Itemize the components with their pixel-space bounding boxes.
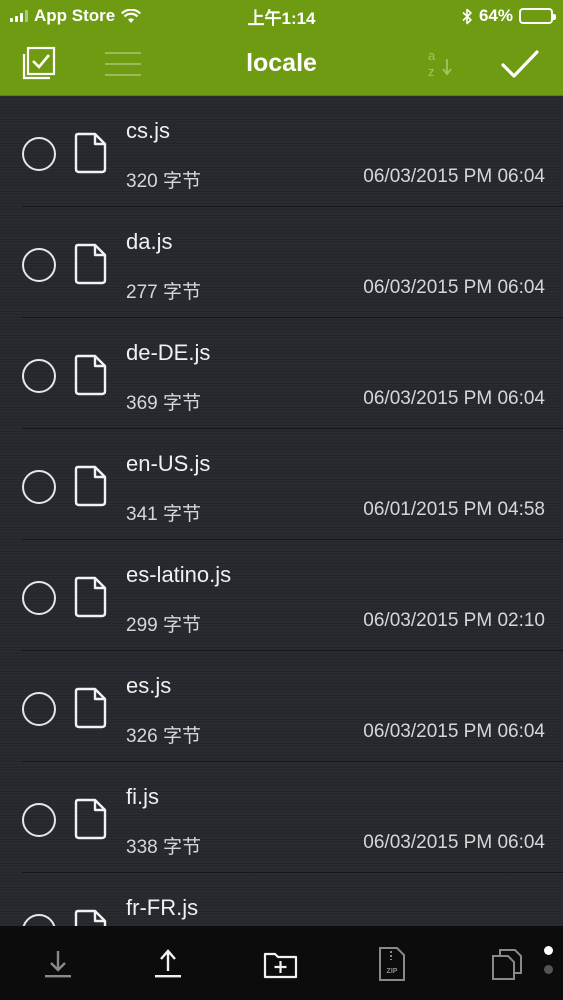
file-name: da.js	[126, 229, 173, 254]
file-date: 06/03/2015 PM 06:04	[363, 277, 545, 298]
select-radio[interactable]	[22, 137, 56, 171]
file-icon	[74, 243, 107, 285]
select-radio[interactable]	[22, 581, 56, 615]
new-folder-button[interactable]	[259, 942, 303, 986]
select-radio[interactable]	[22, 692, 56, 726]
battery-percent: 64%	[478, 6, 513, 25]
file-name: es.js	[126, 673, 172, 698]
bluetooth-icon	[462, 8, 472, 24]
list-item[interactable]: fi.js 338 字节 06/03/2015 PM 06:04	[22, 762, 563, 873]
file-date: 06/03/2015 PM 06:04	[363, 721, 545, 742]
done-button[interactable]	[498, 42, 542, 86]
list-item[interactable]: de-DE.js 369 字节 06/03/2015 PM 06:04	[22, 318, 563, 429]
file-size: 369 字节	[126, 393, 201, 414]
upload-icon	[155, 949, 181, 978]
sort-az-icon: a z	[428, 48, 452, 79]
download-icon	[45, 951, 71, 978]
page-dot	[544, 965, 553, 974]
wifi-icon	[121, 8, 142, 23]
select-radio[interactable]	[22, 803, 56, 837]
zip-icon: ZIP	[379, 947, 405, 981]
file-name: en-US.js	[126, 451, 211, 476]
page-dot	[544, 946, 553, 955]
file-size: 277 字节	[126, 282, 201, 303]
copy-button[interactable]	[485, 942, 529, 986]
sort-button[interactable]: a z	[418, 42, 462, 86]
page-title: locale	[246, 49, 317, 77]
file-icon	[74, 909, 107, 926]
file-date: 06/03/2015 PM 06:04	[363, 388, 545, 409]
status-time: 上午1:14	[247, 8, 316, 28]
nav-bar: locale a z	[0, 32, 563, 96]
file-size: 299 字节	[126, 615, 201, 636]
file-size: 338 字节	[126, 837, 201, 858]
list-menu-icon	[105, 52, 141, 76]
list-item[interactable]: cs.js 320 字节 06/03/2015 PM 06:04	[22, 96, 563, 207]
select-all-button[interactable]	[18, 42, 62, 86]
checkmark-icon	[501, 50, 539, 78]
file-date: 06/03/2015 PM 06:04	[363, 832, 545, 853]
file-size: 326 字节	[126, 726, 201, 747]
list-item[interactable]: en-US.js 341 字节 06/01/2015 PM 04:58	[22, 429, 563, 540]
new-folder-icon	[263, 952, 298, 979]
status-bar: App Store 上午1:14 64%	[0, 0, 563, 32]
file-icon	[74, 465, 107, 507]
select-radio[interactable]	[22, 359, 56, 393]
list-item[interactable]: da.js 277 字节 06/03/2015 PM 06:04	[22, 207, 563, 318]
file-icon	[74, 132, 107, 174]
file-date: 06/03/2015 PM 02:10	[363, 610, 545, 631]
select-all-icon	[22, 46, 56, 80]
download-button[interactable]	[36, 942, 80, 986]
list-menu-button[interactable]	[103, 42, 143, 86]
select-radio[interactable]	[22, 470, 56, 504]
bottom-toolbar: ZIP	[0, 926, 563, 1000]
file-name: cs.js	[126, 118, 170, 143]
svg-text:a: a	[428, 48, 436, 63]
file-list[interactable]: cs.js 320 字节 06/03/2015 PM 06:04 da.js 2…	[0, 96, 563, 926]
page-indicator[interactable]	[544, 946, 553, 974]
list-item[interactable]: es.js 326 字节 06/03/2015 PM 06:04	[22, 651, 563, 762]
list-item[interactable]: es-latino.js 299 字节 06/03/2015 PM 02:10	[22, 540, 563, 651]
file-date: 06/03/2015 PM 06:04	[363, 166, 545, 187]
battery-icon	[519, 8, 556, 24]
file-name: fr-FR.js	[126, 895, 199, 920]
file-date: 06/01/2015 PM 04:58	[363, 499, 545, 520]
file-name: fi.js	[126, 784, 159, 809]
file-name: es-latino.js	[126, 562, 232, 587]
zip-button[interactable]: ZIP	[370, 942, 414, 986]
file-icon	[74, 354, 107, 396]
status-right: 64%	[353, 6, 556, 26]
file-icon	[74, 687, 107, 729]
file-icon	[74, 576, 107, 618]
svg-text:z: z	[428, 64, 435, 79]
select-radio[interactable]	[22, 248, 56, 282]
svg-text:ZIP: ZIP	[387, 968, 398, 975]
file-size: 341 字节	[126, 504, 201, 525]
signal-icon	[10, 10, 28, 22]
copy-icon	[492, 949, 522, 980]
file-name: de-DE.js	[126, 340, 211, 365]
file-size: 320 字节	[126, 171, 201, 192]
select-radio[interactable]	[22, 914, 56, 926]
carrier-label: App Store	[34, 6, 116, 25]
upload-button[interactable]	[146, 942, 190, 986]
status-left: App Store	[10, 6, 210, 26]
list-item[interactable]: fr-FR.js	[22, 873, 563, 926]
file-icon	[74, 798, 107, 840]
